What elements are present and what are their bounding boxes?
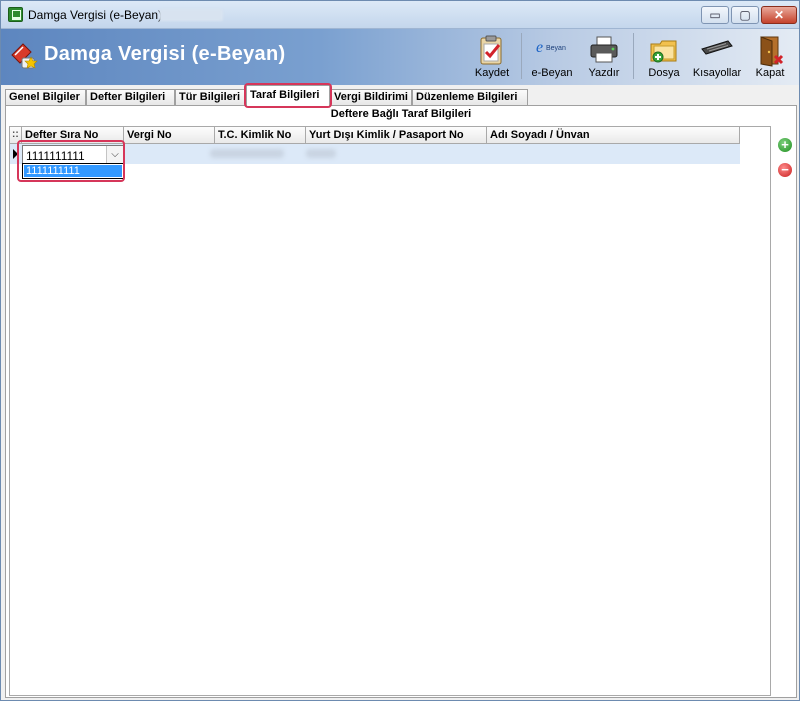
folder-icon [650, 40, 677, 63]
grip-icon: :: [12, 129, 19, 140]
title-bar[interactable]: Damga Vergisi (e-Beyan) ▭ ▢ ✕ [1, 1, 799, 29]
toolbar-separator [633, 33, 634, 79]
toolbar: Kaydet e Beyan e-Beyan Yazdır Dosya Kısa… [467, 31, 797, 83]
file-button[interactable]: Dosya [639, 31, 689, 83]
tab-bar: Genel Bilgiler Defter Bilgileri Tür Bilg… [5, 85, 797, 106]
defter-sira-no-combo[interactable]: 1111111111 ⌵ [22, 145, 124, 164]
col-tc-kimlik-no[interactable]: T.C. Kimlik No [215, 127, 306, 144]
exit-door-icon [760, 36, 784, 67]
exit-label: Kapat [755, 67, 785, 79]
section-title: Deftere Bağlı Taraf Bilgileri [330, 108, 472, 120]
remove-row-button[interactable]: − [778, 163, 792, 177]
col-adi-soyadi-unvan[interactable]: Adı Soyadı / Ünvan [487, 127, 740, 144]
save-button[interactable]: Kaydet [467, 31, 517, 83]
printer-icon [590, 36, 618, 63]
col-yurt-disi-kimlik[interactable]: Yurt Dışı Kimlik / Pasaport No [306, 127, 487, 144]
shortcuts-label: Kısayollar [692, 67, 742, 79]
tab-duzenleme-bilgileri[interactable]: Düzenleme Bilgileri [412, 89, 528, 106]
e-beyan-label: e-Beyan [531, 67, 573, 79]
combo-dropdown-list: 1111111111 [22, 163, 124, 179]
redacted-title-suffix [159, 9, 223, 21]
tab-defter-bilgileri[interactable]: Defter Bilgileri [86, 89, 175, 106]
minimize-button[interactable]: ▭ [701, 6, 729, 24]
app-icon [8, 7, 23, 22]
row-grip-header: :: [10, 127, 22, 144]
combo-value[interactable]: 1111111111 [26, 149, 85, 163]
tab-vergi-bildirimi[interactable]: Vergi Bildirimi [330, 89, 412, 106]
e-beyan-button[interactable]: e Beyan e-Beyan [527, 31, 577, 83]
grid-header: :: Defter Sıra No Vergi No T.C. Kimlik N… [10, 127, 740, 144]
tab-content-panel: Deftere Bağlı Taraf Bilgileri :: Defter … [5, 105, 797, 698]
taraf-grid[interactable]: :: Defter Sıra No Vergi No T.C. Kimlik N… [9, 126, 771, 696]
e-beyan-icon: e Beyan [536, 39, 566, 56]
col-vergi-no[interactable]: Vergi No [124, 127, 215, 144]
save-clipboard-icon [480, 35, 502, 65]
add-row-button[interactable]: + [778, 138, 792, 152]
maximize-button[interactable]: ▢ [731, 6, 759, 24]
close-button[interactable]: ✕ [761, 6, 797, 24]
tab-taraf-bilgileri[interactable]: Taraf Bilgileri [246, 85, 330, 106]
print-button[interactable]: Yazdır [581, 31, 627, 83]
redacted-cell [306, 149, 336, 158]
main-window: Damga Vergisi (e-Beyan) ▭ ▢ ✕ Damga Verg… [0, 0, 800, 701]
tab-tur-bilgileri[interactable]: Tür Bilgileri [175, 89, 246, 106]
tab-genel-bilgiler[interactable]: Genel Bilgiler [5, 89, 86, 106]
redacted-cell [210, 149, 284, 158]
chevron-down-icon[interactable]: ⌵ [106, 146, 123, 163]
svg-text:e: e [536, 39, 543, 56]
stamp-logo-icon [11, 43, 38, 69]
col-defter-sira-no[interactable]: Defter Sıra No [22, 127, 124, 144]
file-label: Dosya [648, 67, 680, 79]
shortcuts-button[interactable]: Kısayollar [691, 31, 743, 83]
save-label: Kaydet [474, 67, 510, 79]
window-title: Damga Vergisi (e-Beyan) [28, 8, 163, 22]
print-label: Yazdır [588, 67, 620, 79]
toolbar-separator [521, 33, 522, 79]
current-row-indicator [13, 149, 18, 159]
exit-button[interactable]: Kapat [747, 31, 793, 83]
page-title: Damga Vergisi (e-Beyan) [44, 43, 286, 65]
keyboard-icon [701, 40, 733, 55]
e-beyan-icon-text: Beyan [546, 45, 566, 52]
dropdown-option[interactable]: 1111111111 [24, 165, 122, 177]
